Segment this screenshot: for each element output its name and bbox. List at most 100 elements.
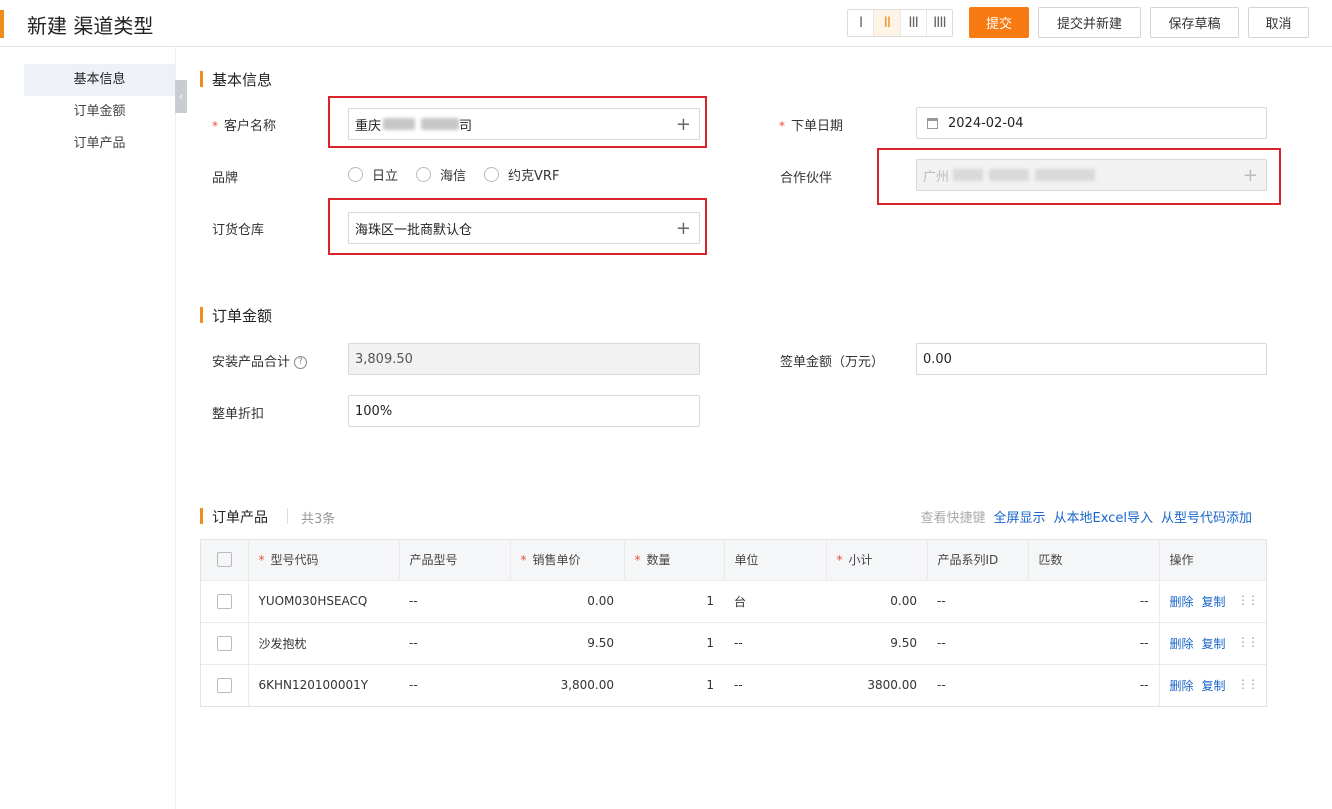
fullscreen-link[interactable]: 全屏显示	[994, 507, 1046, 526]
cell-unit-price[interactable]: 0.00	[510, 580, 624, 623]
col-header-unit[interactable]: 单位	[723, 539, 826, 581]
import-excel-link[interactable]: 从本地Excel导入	[1054, 507, 1153, 526]
layout-3-column-button[interactable]: III	[901, 10, 927, 36]
cell-product-model[interactable]: --	[399, 622, 510, 665]
calendar-icon	[927, 117, 938, 129]
save-draft-button[interactable]: 保存草稿	[1150, 7, 1239, 38]
copy-row-link[interactable]: 复制	[1202, 595, 1226, 609]
add-by-model-link[interactable]: 从型号代码添加	[1161, 507, 1252, 526]
install-total-field: 3,809.50	[348, 343, 700, 375]
highlight-box	[328, 198, 707, 255]
cell-series-id[interactable]: --	[927, 622, 1028, 665]
divider	[287, 508, 288, 524]
cell-model-code[interactable]: YUOM030HSEACQ	[247, 580, 399, 623]
order-products-table: * 型号代码 产品型号 * 销售单价 * 数量 单位 * 小计 产品系列ID 匹数 操作…	[200, 539, 1267, 707]
col-header-unit-price[interactable]: * 销售单价	[509, 539, 624, 581]
copy-row-link[interactable]: 复制	[1202, 637, 1226, 651]
layout-switcher: I II III IIII	[847, 9, 953, 37]
brand-radio-hitachi[interactable]: 日立	[348, 165, 398, 184]
layout-4-column-button[interactable]: IIII	[927, 10, 952, 36]
cell-product-model[interactable]: --	[399, 580, 510, 623]
cell-unit[interactable]: --	[724, 622, 826, 665]
cell-model-code[interactable]: 6KHN120100001Y	[247, 664, 399, 707]
sidebar-item-order-amount[interactable]: 订单金额	[24, 96, 175, 128]
col-header-quantity[interactable]: * 数量	[623, 539, 724, 581]
table-header-row: * 型号代码 产品型号 * 销售单价 * 数量 单位 * 小计 产品系列ID 匹数 操作	[200, 539, 1267, 581]
discount-label: 整单折扣	[212, 407, 265, 422]
brand-radio-hisense[interactable]: 海信	[416, 165, 466, 184]
col-header-series-id[interactable]: 产品系列ID	[926, 539, 1028, 581]
sign-amount-label: 签单金额（万元）	[780, 355, 885, 370]
product-count: 共3条	[301, 512, 336, 527]
cell-unit-price[interactable]: 9.50	[510, 622, 624, 665]
cell-series-id[interactable]: --	[927, 664, 1028, 707]
table-row: 6KHN120100001Y -- 3,800.00 1 -- 3800.00 …	[200, 664, 1267, 707]
cell-horsepower[interactable]: --	[1028, 622, 1159, 665]
order-date-label: * 下单日期	[779, 119, 844, 134]
cell-unit[interactable]: --	[724, 664, 826, 707]
layout-2-column-button[interactable]: II	[874, 10, 901, 36]
layout-1-column-button[interactable]: I	[848, 10, 875, 36]
highlight-box	[877, 148, 1281, 205]
copy-row-link[interactable]: 复制	[1202, 679, 1226, 693]
cell-horsepower[interactable]: --	[1028, 664, 1159, 707]
cell-quantity[interactable]: 1	[624, 664, 724, 707]
delete-row-link[interactable]: 删除	[1170, 637, 1194, 651]
partner-label: 合作伙伴	[780, 171, 833, 186]
customer-name-label: * 客户名称	[212, 119, 277, 134]
row-checkbox[interactable]	[217, 677, 232, 693]
drag-handle-icon[interactable]: ⋮⋮	[1237, 677, 1259, 691]
table-row: 沙发抱枕 -- 9.50 1 -- 9.50 -- -- 删除 复制 ⋮⋮	[200, 622, 1267, 665]
discount-input[interactable]: 100%	[348, 395, 700, 427]
cell-subtotal: 9.50	[826, 622, 927, 665]
cell-unit-price[interactable]: 3,800.00	[510, 664, 624, 707]
install-total-label: 安装产品合计?	[212, 351, 308, 370]
cell-subtotal: 0.00	[826, 580, 927, 623]
col-header-subtotal[interactable]: * 小计	[825, 539, 927, 581]
cell-quantity[interactable]: 1	[624, 622, 724, 665]
col-header-model-code[interactable]: * 型号代码	[247, 539, 399, 581]
section-nav-sidebar: 基本信息 订单金额 订单产品	[0, 47, 176, 809]
cell-subtotal: 3800.00	[826, 664, 927, 707]
page-header: 新建 渠道类型 I II III IIII 提交 提交并新建 保存草稿 取消	[0, 0, 1332, 47]
brand-radio-york-vrf[interactable]: 约克VRF	[484, 165, 559, 184]
required-asterisk: *	[779, 119, 785, 133]
view-shortcuts-link[interactable]: 查看快捷键	[921, 507, 986, 526]
cancel-button[interactable]: 取消	[1248, 7, 1309, 38]
warehouse-label: 订货仓库	[212, 223, 265, 238]
cell-product-model[interactable]: --	[399, 664, 510, 707]
brand-label: 品牌	[212, 171, 239, 186]
drag-handle-icon[interactable]: ⋮⋮	[1237, 593, 1259, 607]
sidebar-item-order-products[interactable]: 订单产品	[24, 128, 175, 160]
section-title-basic-info: 基本信息	[212, 71, 273, 89]
section-title-order-products: 订单产品	[212, 510, 268, 526]
row-checkbox[interactable]	[217, 593, 232, 609]
delete-row-link[interactable]: 删除	[1170, 679, 1194, 693]
section-accent-bar	[200, 71, 203, 87]
chevron-left-icon: ‹	[178, 90, 184, 103]
table-row: YUOM030HSEACQ -- 0.00 1 台 0.00 -- -- 删除复…	[200, 580, 1267, 623]
submit-button[interactable]: 提交	[969, 7, 1029, 38]
order-date-field[interactable]: 2024-02-04	[916, 107, 1267, 139]
submit-and-new-button[interactable]: 提交并新建	[1038, 7, 1141, 38]
title-accent-bar	[0, 10, 4, 38]
cell-quantity[interactable]: 1	[624, 580, 724, 623]
delete-row-link[interactable]: 删除	[1170, 595, 1194, 609]
cell-model-code[interactable]: 沙发抱枕	[247, 622, 399, 665]
help-icon[interactable]: ?	[294, 356, 308, 369]
drag-handle-icon[interactable]: ⋮⋮	[1237, 635, 1259, 649]
select-all-cell	[200, 539, 248, 581]
cell-horsepower[interactable]: --	[1028, 580, 1159, 623]
sidebar-item-basic-info[interactable]: 基本信息	[24, 64, 175, 96]
col-header-horsepower[interactable]: 匹数	[1027, 539, 1159, 581]
cell-series-id[interactable]: --	[927, 580, 1028, 623]
sidebar-collapse-toggle[interactable]: ‹	[175, 80, 187, 113]
col-header-product-model[interactable]: 产品型号	[398, 539, 510, 581]
section-title-order-amount: 订单金额	[212, 307, 273, 325]
page-title: 新建 渠道类型	[27, 14, 154, 38]
sign-amount-input[interactable]: 0.00	[916, 343, 1267, 375]
row-checkbox[interactable]	[217, 635, 232, 651]
cell-unit[interactable]: 台	[724, 580, 826, 623]
select-all-checkbox[interactable]	[217, 551, 232, 567]
product-actions-links: 查看快捷键 全屏显示 从本地Excel导入 从型号代码添加	[913, 507, 1252, 526]
